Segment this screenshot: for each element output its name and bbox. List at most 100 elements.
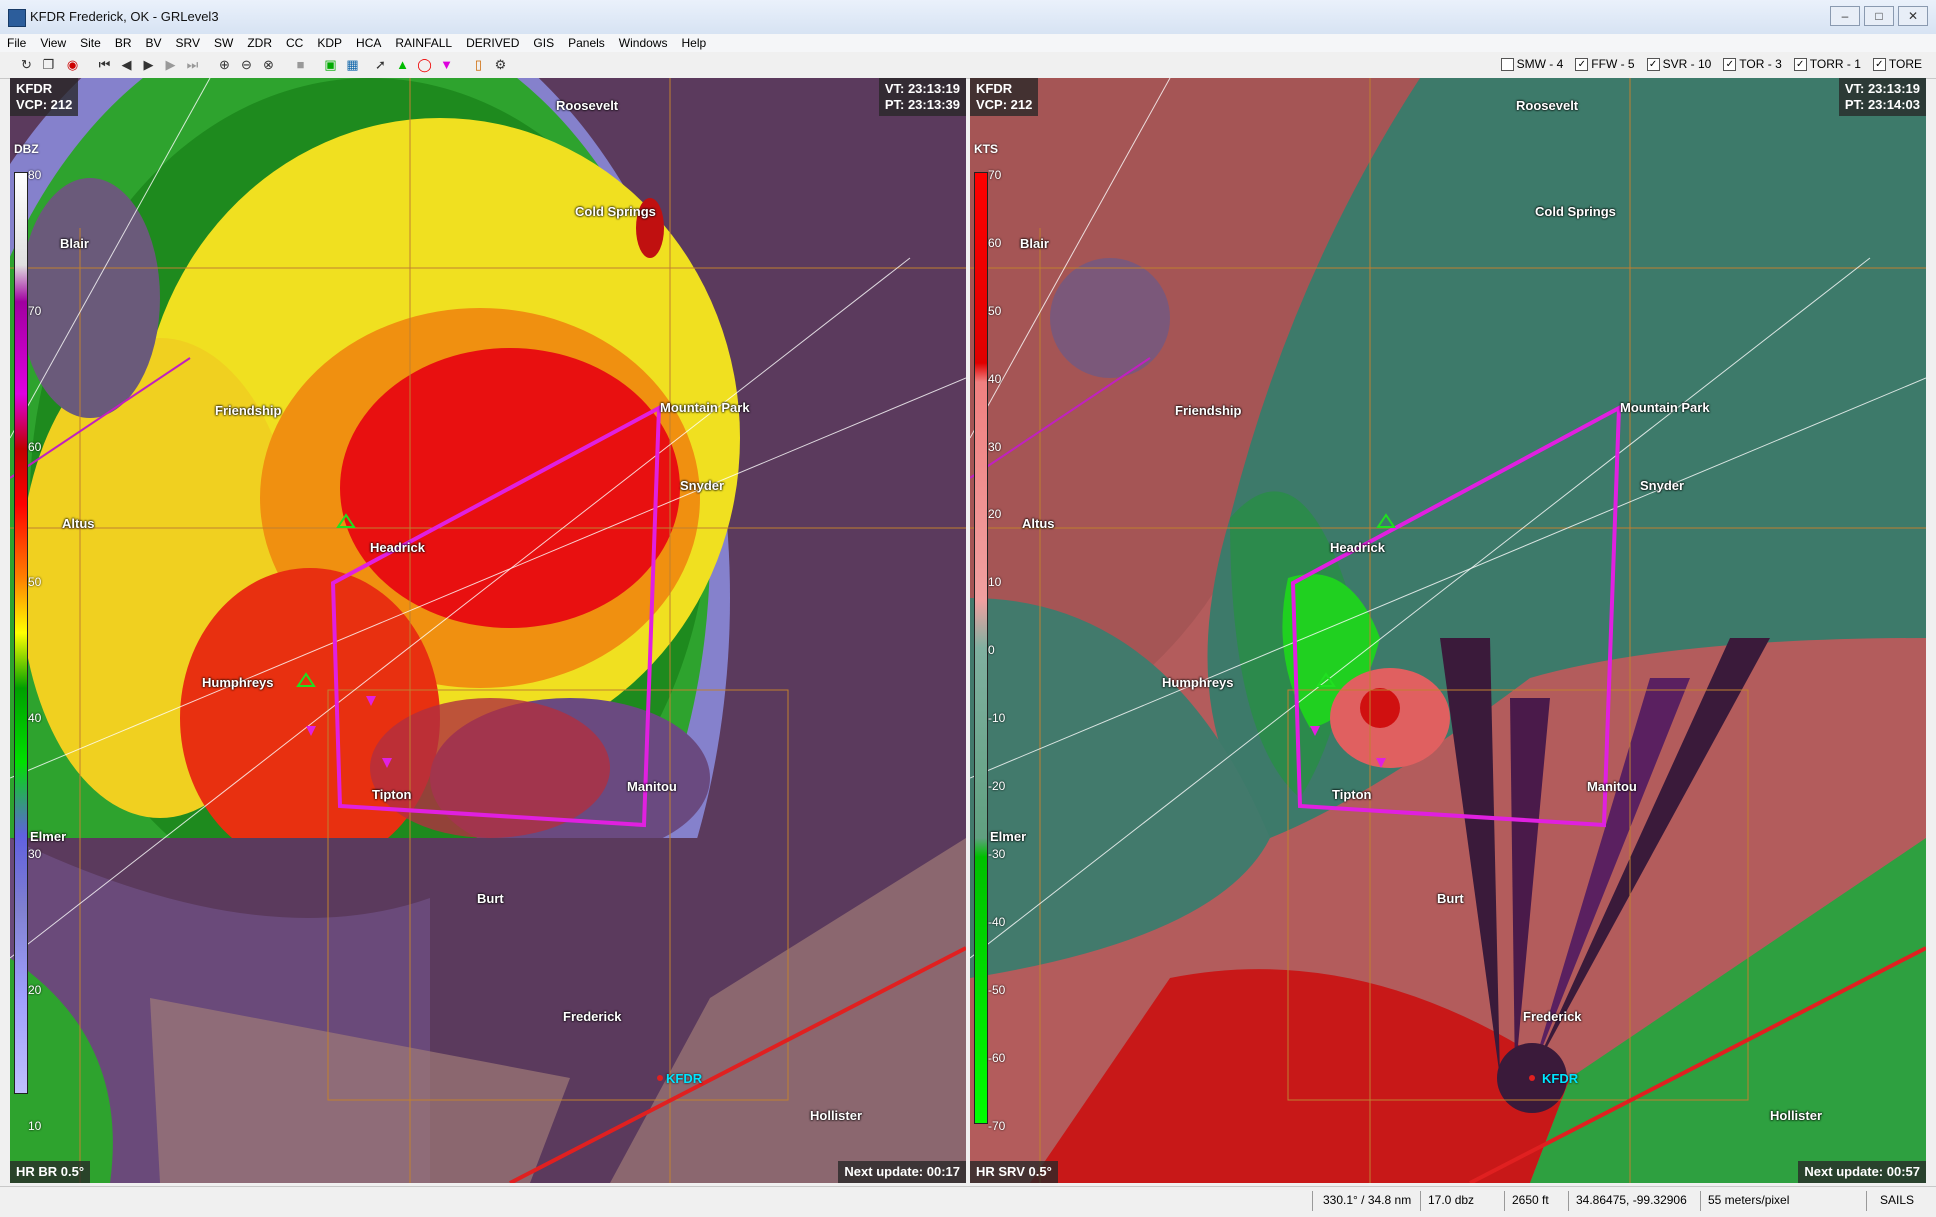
maximize-button[interactable]: □ (1864, 6, 1894, 26)
product-label: HR SRV 0.5° (970, 1161, 1058, 1183)
legend-tick: 50 (28, 575, 42, 589)
last-frame-icon[interactable]: ⏭ (184, 56, 201, 73)
legend-tick: -30 (988, 847, 1006, 861)
first-frame-icon[interactable]: ⏮ (96, 56, 113, 73)
legend-unit: DBZ (14, 142, 39, 156)
status-divider (1420, 1191, 1421, 1211)
radar-site-label: KFDR (666, 1071, 703, 1086)
legend-tick: 50 (988, 304, 1002, 318)
town-label: Manitou (627, 779, 677, 794)
tvs-icon[interactable]: ▼ (438, 56, 455, 73)
step-back-icon[interactable]: ◀ (118, 56, 135, 73)
town-label: Friendship (215, 403, 282, 418)
legend-tick: 60 (28, 440, 42, 454)
close-button[interactable]: ✕ (1898, 6, 1928, 26)
site-label: KFDR (16, 81, 53, 96)
warning-toggles: SMW - 4 ✓ FFW - 5 ✓ SVR - 10 ✓ TOR - 3 ✓ TOR… (1500, 57, 1922, 71)
toggle-tore[interactable]: ✓ TORE (1872, 57, 1922, 71)
time-info: VT: 23:13:19 PT: 23:14:03 (1838, 78, 1926, 116)
legend-tick: 60 (988, 236, 1002, 250)
menu-rainfall[interactable]: RAINFALL (388, 34, 459, 52)
product-label: HR BR 0.5° (10, 1161, 91, 1183)
menu-help[interactable]: Help (674, 34, 713, 52)
status-divider (1312, 1191, 1313, 1211)
reflectivity-panel[interactable]: KFDR VCP: 212 VT: 23:13:19 PT: 23:13:39 … (10, 78, 966, 1183)
next-update: Next update: 00:57 (1798, 1161, 1926, 1183)
step-forward-icon[interactable]: ▶ (162, 56, 179, 73)
menu-kdp[interactable]: KDP (310, 34, 349, 52)
status-azimuth-range: 330.1° / 34.8 nm (1323, 1193, 1412, 1207)
kts-color-legend (974, 172, 988, 1124)
velocity-panel[interactable]: KFDR VCP: 212 VT: 23:13:19 PT: 23:14:03 … (970, 78, 1926, 1183)
hail-icon[interactable]: ▲ (394, 56, 411, 73)
menu-view[interactable]: View (33, 34, 73, 52)
town-label: Roosevelt (1516, 98, 1579, 113)
play-icon[interactable]: ▶ (140, 56, 157, 73)
window-controls: – □ ✕ (1830, 6, 1928, 26)
legend-tick: -60 (988, 1051, 1006, 1065)
legend-tick: 0 (988, 643, 995, 657)
menu-site[interactable]: Site (73, 34, 108, 52)
zoom-reset-icon[interactable]: ⊗ (260, 56, 277, 73)
menu-zdr[interactable]: ZDR (240, 34, 279, 52)
town-label: Cold Springs (575, 204, 656, 219)
menu-windows[interactable]: Windows (612, 34, 675, 52)
menu-bv[interactable]: BV (139, 34, 169, 52)
town-label: Blair (60, 236, 89, 251)
minimize-button[interactable]: – (1830, 6, 1860, 26)
zoom-out-icon[interactable]: ⊖ (238, 56, 255, 73)
storm-track-icon[interactable]: ▯ (470, 56, 487, 73)
toggle-ffw[interactable]: ✓ FFW - 5 (1575, 57, 1635, 71)
town-label: Mountain Park (1620, 400, 1710, 415)
settings-icon[interactable]: ⚙ (492, 56, 509, 73)
copy-icon[interactable]: ❐ (40, 56, 57, 73)
toggle-smw[interactable]: SMW - 4 (1500, 57, 1563, 71)
toggle-tor[interactable]: ✓ TOR - 3 (1723, 57, 1782, 71)
menu-panels[interactable]: Panels (561, 34, 612, 52)
town-label: Hollister (810, 1108, 863, 1123)
legend-tick: 40 (28, 711, 42, 725)
product-time: PT: 23:13:39 (884, 97, 960, 112)
menu-gis[interactable]: GIS (526, 34, 561, 52)
measure-icon[interactable]: ➚ (372, 56, 389, 73)
legend-tick: 20 (28, 983, 42, 997)
legend-tick: 10 (28, 1119, 42, 1133)
menu-file[interactable]: File (0, 34, 33, 52)
grid-icon[interactable]: ▦ (344, 56, 361, 73)
town-label: Hollister (1770, 1108, 1823, 1123)
menu-derived[interactable]: DERIVED (459, 34, 526, 52)
status-latlon: 34.86475, -99.32906 (1576, 1193, 1687, 1207)
vcp-label: VCP: 212 (976, 97, 1033, 112)
town-label: Blair (1020, 236, 1049, 251)
town-label: Humphreys (1162, 675, 1234, 690)
town-label: Frederick (563, 1009, 622, 1024)
stop-icon[interactable]: ■ (292, 56, 309, 73)
layers-icon[interactable]: ▣ (322, 56, 339, 73)
town-label: Friendship (1175, 403, 1242, 418)
volume-time: VT: 23:13:19 (1844, 81, 1920, 96)
time-info: VT: 23:13:19 PT: 23:13:39 (878, 78, 966, 116)
app-icon (8, 9, 26, 27)
legend-tick: -40 (988, 915, 1006, 929)
toggle-svr[interactable]: ✓ SVR - 10 (1646, 57, 1711, 71)
menu-br[interactable]: BR (108, 34, 139, 52)
town-label: Altus (62, 516, 95, 531)
status-divider (1504, 1191, 1505, 1211)
zoom-in-icon[interactable]: ⊕ (216, 56, 233, 73)
dbz-color-legend (14, 172, 28, 1094)
menu-cc[interactable]: CC (279, 34, 310, 52)
checkbox-icon (1500, 57, 1514, 71)
menu-hca[interactable]: HCA (349, 34, 388, 52)
menu-sw[interactable]: SW (207, 34, 240, 52)
window-titlebar: KFDR Frederick, OK - GRLevel3 – □ ✕ (0, 0, 1936, 35)
refresh-icon[interactable]: ↻ (18, 56, 35, 73)
town-label: Headrick (370, 540, 425, 555)
meso-icon[interactable]: ◯ (416, 56, 433, 73)
record-icon[interactable]: ◉ (64, 56, 81, 73)
checkbox-checked-icon: ✓ (1723, 57, 1737, 71)
toggle-torr[interactable]: ✓ TORR - 1 (1793, 57, 1861, 71)
legend-unit: KTS (974, 142, 998, 156)
legend-tick: -20 (988, 779, 1006, 793)
menu-srv[interactable]: SRV (169, 34, 207, 52)
site-label: KFDR (976, 81, 1013, 96)
